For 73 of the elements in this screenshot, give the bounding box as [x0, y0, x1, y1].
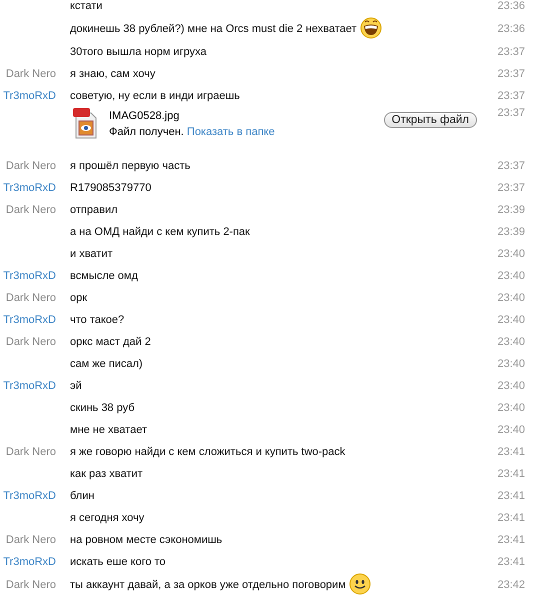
message-time: 23:37	[496, 68, 526, 80]
message-time: 23:40	[496, 402, 526, 414]
message-text: я знаю, сам хочу	[70, 68, 156, 80]
message-time: 23:37	[496, 160, 526, 172]
message-text: искать еше кого то	[70, 556, 166, 568]
message-time: 23:40	[496, 292, 526, 304]
message-time: 23:36	[496, 23, 526, 35]
message-text: на ровном месте сэкономишь	[70, 534, 222, 546]
message-text: кстати	[70, 0, 102, 12]
sender-name: Dark Nero	[4, 336, 56, 348]
smiley-icon	[348, 572, 371, 594]
message-text: всмысле омд	[70, 270, 138, 282]
message-time: 23:40	[496, 358, 526, 370]
message-text: 30того вышла норм игруха	[70, 46, 206, 58]
message-text: что такое?	[70, 314, 124, 326]
sender-name: Dark Nero	[4, 579, 56, 591]
sender-name: Tr3moRxD	[2, 490, 56, 502]
message-time: 23:40	[496, 424, 526, 436]
message-time: 23:41	[496, 468, 526, 480]
sender-name: Dark Nero	[4, 446, 56, 458]
message-time: 23:40	[496, 336, 526, 348]
message-text: я прошёл первую часть	[70, 160, 190, 172]
message-text: сам же писал)	[70, 358, 143, 370]
message-time: 23:39	[496, 204, 526, 216]
message-text: а на ОМД найди с кем купить 2-пак	[70, 226, 250, 238]
message-text: эй	[70, 380, 82, 392]
open-file-button[interactable]: Открыть файл	[384, 112, 477, 128]
jpg-file-icon	[73, 107, 97, 139]
laughing-emoji-icon	[360, 16, 382, 38]
message-time: 23:41	[496, 534, 526, 546]
message-time: 23:37	[496, 46, 526, 58]
message-text: советую, ну если в инди играешь	[70, 90, 240, 102]
message-time: 23:41	[496, 512, 526, 524]
message-text: я сегодня хочу	[70, 512, 144, 524]
message-time: 23:41	[496, 446, 526, 458]
message-time: 23:40	[496, 314, 526, 326]
message-text: и хватит	[70, 248, 113, 260]
message-time: 23:40	[496, 380, 526, 392]
sender-name: Tr3moRxD	[2, 90, 56, 102]
message-time: 23:39	[496, 226, 526, 238]
sender-name: Dark Nero	[4, 292, 56, 304]
message-text: я же говорю найди с кем сложиться и купить two-pack	[70, 446, 346, 458]
message-time: 23:41	[496, 490, 526, 502]
file-status: Файл получен.	[109, 126, 184, 138]
message-text: ты аккаунт давай, а за орков уже отдельно поговорим	[70, 579, 346, 591]
message-time: 23:37	[496, 107, 526, 119]
message-text: скинь 38 руб	[70, 402, 135, 414]
message-time: 23:40	[496, 270, 526, 282]
message-time: 23:41	[496, 556, 526, 568]
sender-name: Tr3moRxD	[2, 182, 56, 194]
message-text: орк	[70, 292, 88, 304]
message-time: 23:36	[496, 0, 526, 12]
message-text: докинешь 38 рублей?) мне на Orcs must die 2 нехватает	[70, 23, 357, 35]
message-time: 23:40	[496, 248, 526, 260]
message-time: 23:37	[496, 90, 526, 102]
message-text: оркс маст дай 2	[70, 336, 151, 348]
message-text: отправил	[70, 204, 118, 216]
message-text: блин	[70, 490, 94, 502]
sender-name: Tr3moRxD	[2, 314, 56, 326]
sender-name: Dark Nero	[4, 160, 56, 172]
message-text: как раз хватит	[70, 468, 143, 480]
sender-name: Dark Nero	[4, 68, 56, 80]
message-time: 23:42	[496, 579, 526, 591]
file-name: IMAG0528.jpg	[109, 110, 180, 122]
message-time: 23:37	[496, 182, 526, 194]
message-text: мне не хватает	[70, 424, 147, 436]
sender-name: Tr3moRxD	[2, 556, 56, 568]
sender-name: Dark Nero	[4, 204, 56, 216]
sender-name: Dark Nero	[4, 534, 56, 546]
sender-name: Tr3moRxD	[2, 380, 56, 392]
message-text: R179085379770	[70, 182, 152, 194]
sender-name: Tr3moRxD	[2, 270, 56, 282]
show-in-folder-link[interactable]: Показать в папке	[186, 126, 275, 138]
